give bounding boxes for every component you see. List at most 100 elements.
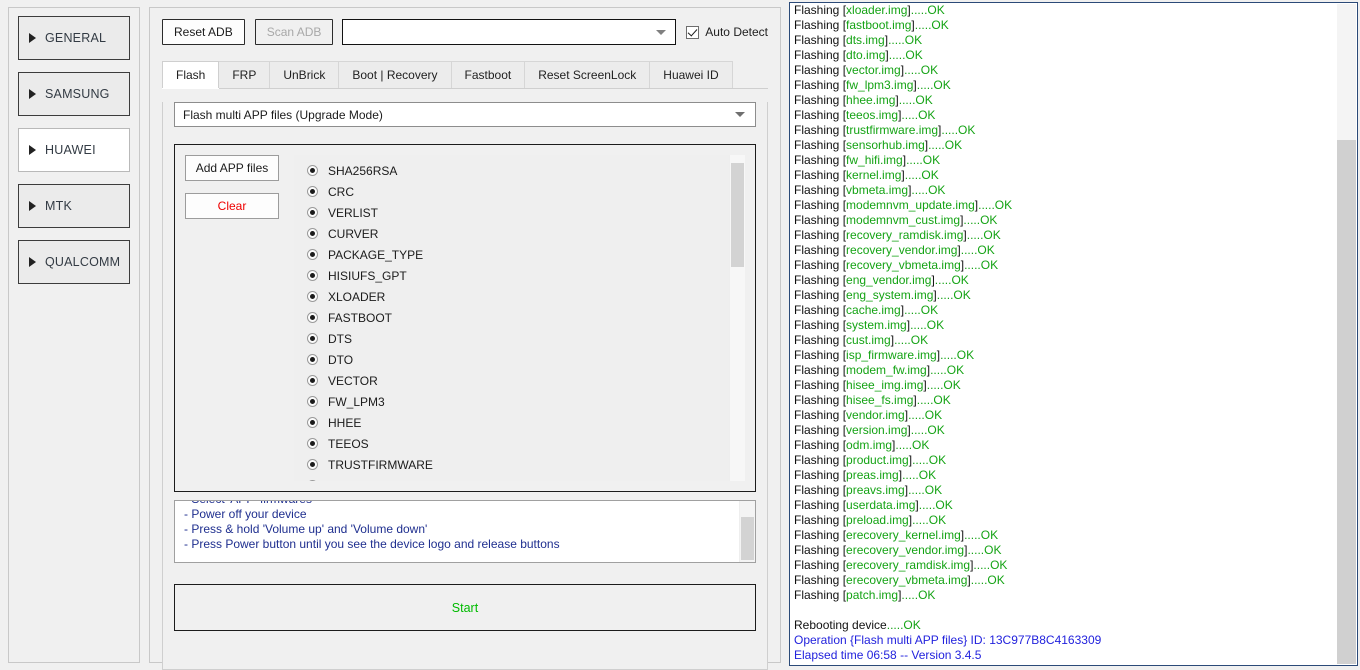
scrollbar-thumb[interactable] bbox=[731, 163, 744, 267]
radio-icon[interactable] bbox=[307, 165, 318, 176]
log-line: Flashing [modem_fw.img].....OK bbox=[794, 363, 1335, 378]
log-line-segment: Flashing [ bbox=[794, 558, 847, 572]
sidebar-item-general[interactable]: GENERAL bbox=[18, 16, 130, 60]
instructions-box[interactable]: - Select 'APP' firmwares- Power off your… bbox=[174, 500, 756, 563]
list-item[interactable]: VERLIST bbox=[294, 202, 729, 223]
tab-fastboot[interactable]: Fastboot bbox=[450, 61, 526, 88]
log-line-segment: preas.img bbox=[846, 468, 899, 482]
tab-flash[interactable]: Flash bbox=[162, 61, 220, 88]
log-line bbox=[794, 603, 1335, 618]
list-item[interactable]: FW_LPM3 bbox=[294, 391, 729, 412]
radio-icon[interactable] bbox=[307, 249, 318, 260]
list-item[interactable]: XLOADER bbox=[294, 286, 729, 307]
sidebar-item-mtk[interactable]: MTK bbox=[18, 184, 130, 228]
log-line-segment: modemnvm_update.img bbox=[846, 198, 975, 212]
log-line-segment: erecovery_vbmeta.img bbox=[846, 573, 968, 587]
tab-unbrick[interactable]: UnBrick bbox=[269, 61, 340, 88]
radio-icon[interactable] bbox=[307, 312, 318, 323]
log-line-segment: .....OK bbox=[914, 18, 949, 32]
log-line-segment: sensorhub.img bbox=[846, 138, 925, 152]
radio-icon[interactable] bbox=[307, 480, 318, 481]
flash-mode-value: Flash multi APP files (Upgrade Mode) bbox=[183, 107, 383, 122]
tab-boot-recovery[interactable]: Boot | Recovery bbox=[338, 61, 452, 88]
log-line-segment: Flashing [ bbox=[794, 318, 847, 332]
log-line-segment: Flashing [ bbox=[794, 183, 847, 197]
log-line: Flashing [eng_system.img].....OK bbox=[794, 288, 1335, 303]
log-line-segment: cache.img bbox=[846, 303, 901, 317]
tab-frp[interactable]: FRP bbox=[218, 61, 271, 88]
partition-list[interactable]: SHA256RSA CRC VERLIST CURVER PACKAGE_TYPE HIS… bbox=[294, 155, 745, 481]
log-line-segment: Flashing [ bbox=[794, 33, 847, 47]
sidebar-item-samsung[interactable]: SAMSUNG bbox=[18, 72, 130, 116]
log-line: Flashing [product.img].....OK bbox=[794, 453, 1335, 468]
instruction-line: - Select 'APP' firmwares bbox=[184, 501, 733, 507]
list-item[interactable]: TRUSTFIRMWARE bbox=[294, 454, 729, 475]
list-item[interactable]: DTS bbox=[294, 328, 729, 349]
log-line-segment: .....OK bbox=[964, 258, 999, 272]
log-line-segment: Flashing [ bbox=[794, 423, 847, 437]
scrollbar-thumb[interactable] bbox=[1337, 4, 1356, 140]
list-item[interactable]: FASTBOOT bbox=[294, 307, 729, 328]
log-line-segment: Flashing [ bbox=[794, 483, 847, 497]
scrollbar-thumb[interactable] bbox=[741, 517, 754, 560]
log-output[interactable]: Flashing [xloader.img].....OK Flashing [f… bbox=[790, 3, 1335, 665]
list-item[interactable]: HHEE bbox=[294, 412, 729, 433]
radio-icon[interactable] bbox=[307, 417, 318, 428]
list-item[interactable]: VECTOR bbox=[294, 370, 729, 391]
log-line: Flashing [erecovery_kernel.img].....OK bbox=[794, 528, 1335, 543]
list-item-label: TRUSTFIRMWARE bbox=[328, 457, 433, 472]
log-line: Flashing [hisee_fs.img].....OK bbox=[794, 393, 1335, 408]
list-item[interactable]: DTO bbox=[294, 349, 729, 370]
log-line-segment: Flashing [ bbox=[794, 258, 847, 272]
radio-icon[interactable] bbox=[307, 186, 318, 197]
auto-detect-checkbox[interactable] bbox=[686, 25, 700, 39]
log-line-segment: modem_fw.img bbox=[846, 363, 927, 377]
log-line: Flashing [modemnvm_cust.img].....OK bbox=[794, 213, 1335, 228]
list-item[interactable]: HISIUFS_GPT bbox=[294, 265, 729, 286]
log-line-segment: .....OK bbox=[912, 453, 947, 467]
radio-icon[interactable] bbox=[307, 438, 318, 449]
sidebar-item-qualcomm[interactable]: QUALCOMM bbox=[18, 240, 130, 284]
device-select[interactable] bbox=[342, 19, 677, 45]
log-line-segment: hisee_fs.img bbox=[846, 393, 914, 407]
radio-icon[interactable] bbox=[307, 207, 318, 218]
list-item[interactable]: CRC bbox=[294, 181, 729, 202]
add-app-files-button[interactable]: Add APP files bbox=[185, 155, 279, 181]
sidebar-item-huawei[interactable]: HUAWEI bbox=[18, 128, 130, 172]
list-item[interactable]: SENSORHUB bbox=[294, 475, 729, 481]
list-item[interactable]: TEEOS bbox=[294, 433, 729, 454]
start-button[interactable]: Start bbox=[174, 584, 756, 631]
log-line-segment: Rebooting device bbox=[794, 618, 887, 632]
scan-adb-button[interactable]: Scan ADB bbox=[254, 19, 334, 45]
partition-list-scrollbar[interactable] bbox=[729, 155, 745, 481]
log-line: Flashing [recovery_vbmeta.img].....OK bbox=[794, 258, 1335, 273]
log-line-segment: fw_lpm3.img bbox=[846, 78, 914, 92]
log-line-segment: Flashing [ bbox=[794, 213, 847, 227]
list-item[interactable]: PACKAGE_TYPE bbox=[294, 244, 729, 265]
log-line: Flashing [trustfirmware.img].....OK bbox=[794, 123, 1335, 138]
log-line-segment: Flashing [ bbox=[794, 513, 847, 527]
list-item[interactable]: CURVER bbox=[294, 223, 729, 244]
flash-mode-select[interactable]: Flash multi APP files (Upgrade Mode) bbox=[174, 102, 756, 127]
radio-icon[interactable] bbox=[307, 291, 318, 302]
log-scrollbar[interactable] bbox=[1337, 4, 1356, 664]
instructions-scrollbar[interactable] bbox=[739, 501, 755, 562]
log-line: Rebooting device.....OK bbox=[794, 618, 1335, 633]
radio-icon[interactable] bbox=[307, 396, 318, 407]
list-item[interactable]: SHA256RSA bbox=[294, 160, 729, 181]
tab-reset-screenlock[interactable]: Reset ScreenLock bbox=[524, 61, 651, 88]
radio-icon[interactable] bbox=[307, 459, 318, 470]
radio-icon[interactable] bbox=[307, 270, 318, 281]
radio-icon[interactable] bbox=[307, 375, 318, 386]
radio-icon[interactable] bbox=[307, 354, 318, 365]
log-line: Flashing [dts.img].....OK bbox=[794, 33, 1335, 48]
clear-button[interactable]: Clear bbox=[185, 193, 279, 219]
radio-icon[interactable] bbox=[307, 228, 318, 239]
tab-huawei-id[interactable]: Huawei ID bbox=[649, 61, 733, 88]
auto-detect-toggle[interactable]: Auto Detect bbox=[686, 25, 768, 39]
radio-icon[interactable] bbox=[307, 333, 318, 344]
reset-adb-button[interactable]: Reset ADB bbox=[162, 19, 245, 45]
log-line-segment: erecovery_vendor.img bbox=[846, 543, 965, 557]
log-line-segment: product.img bbox=[846, 453, 909, 467]
log-line-segment: Flashing [ bbox=[794, 123, 847, 137]
